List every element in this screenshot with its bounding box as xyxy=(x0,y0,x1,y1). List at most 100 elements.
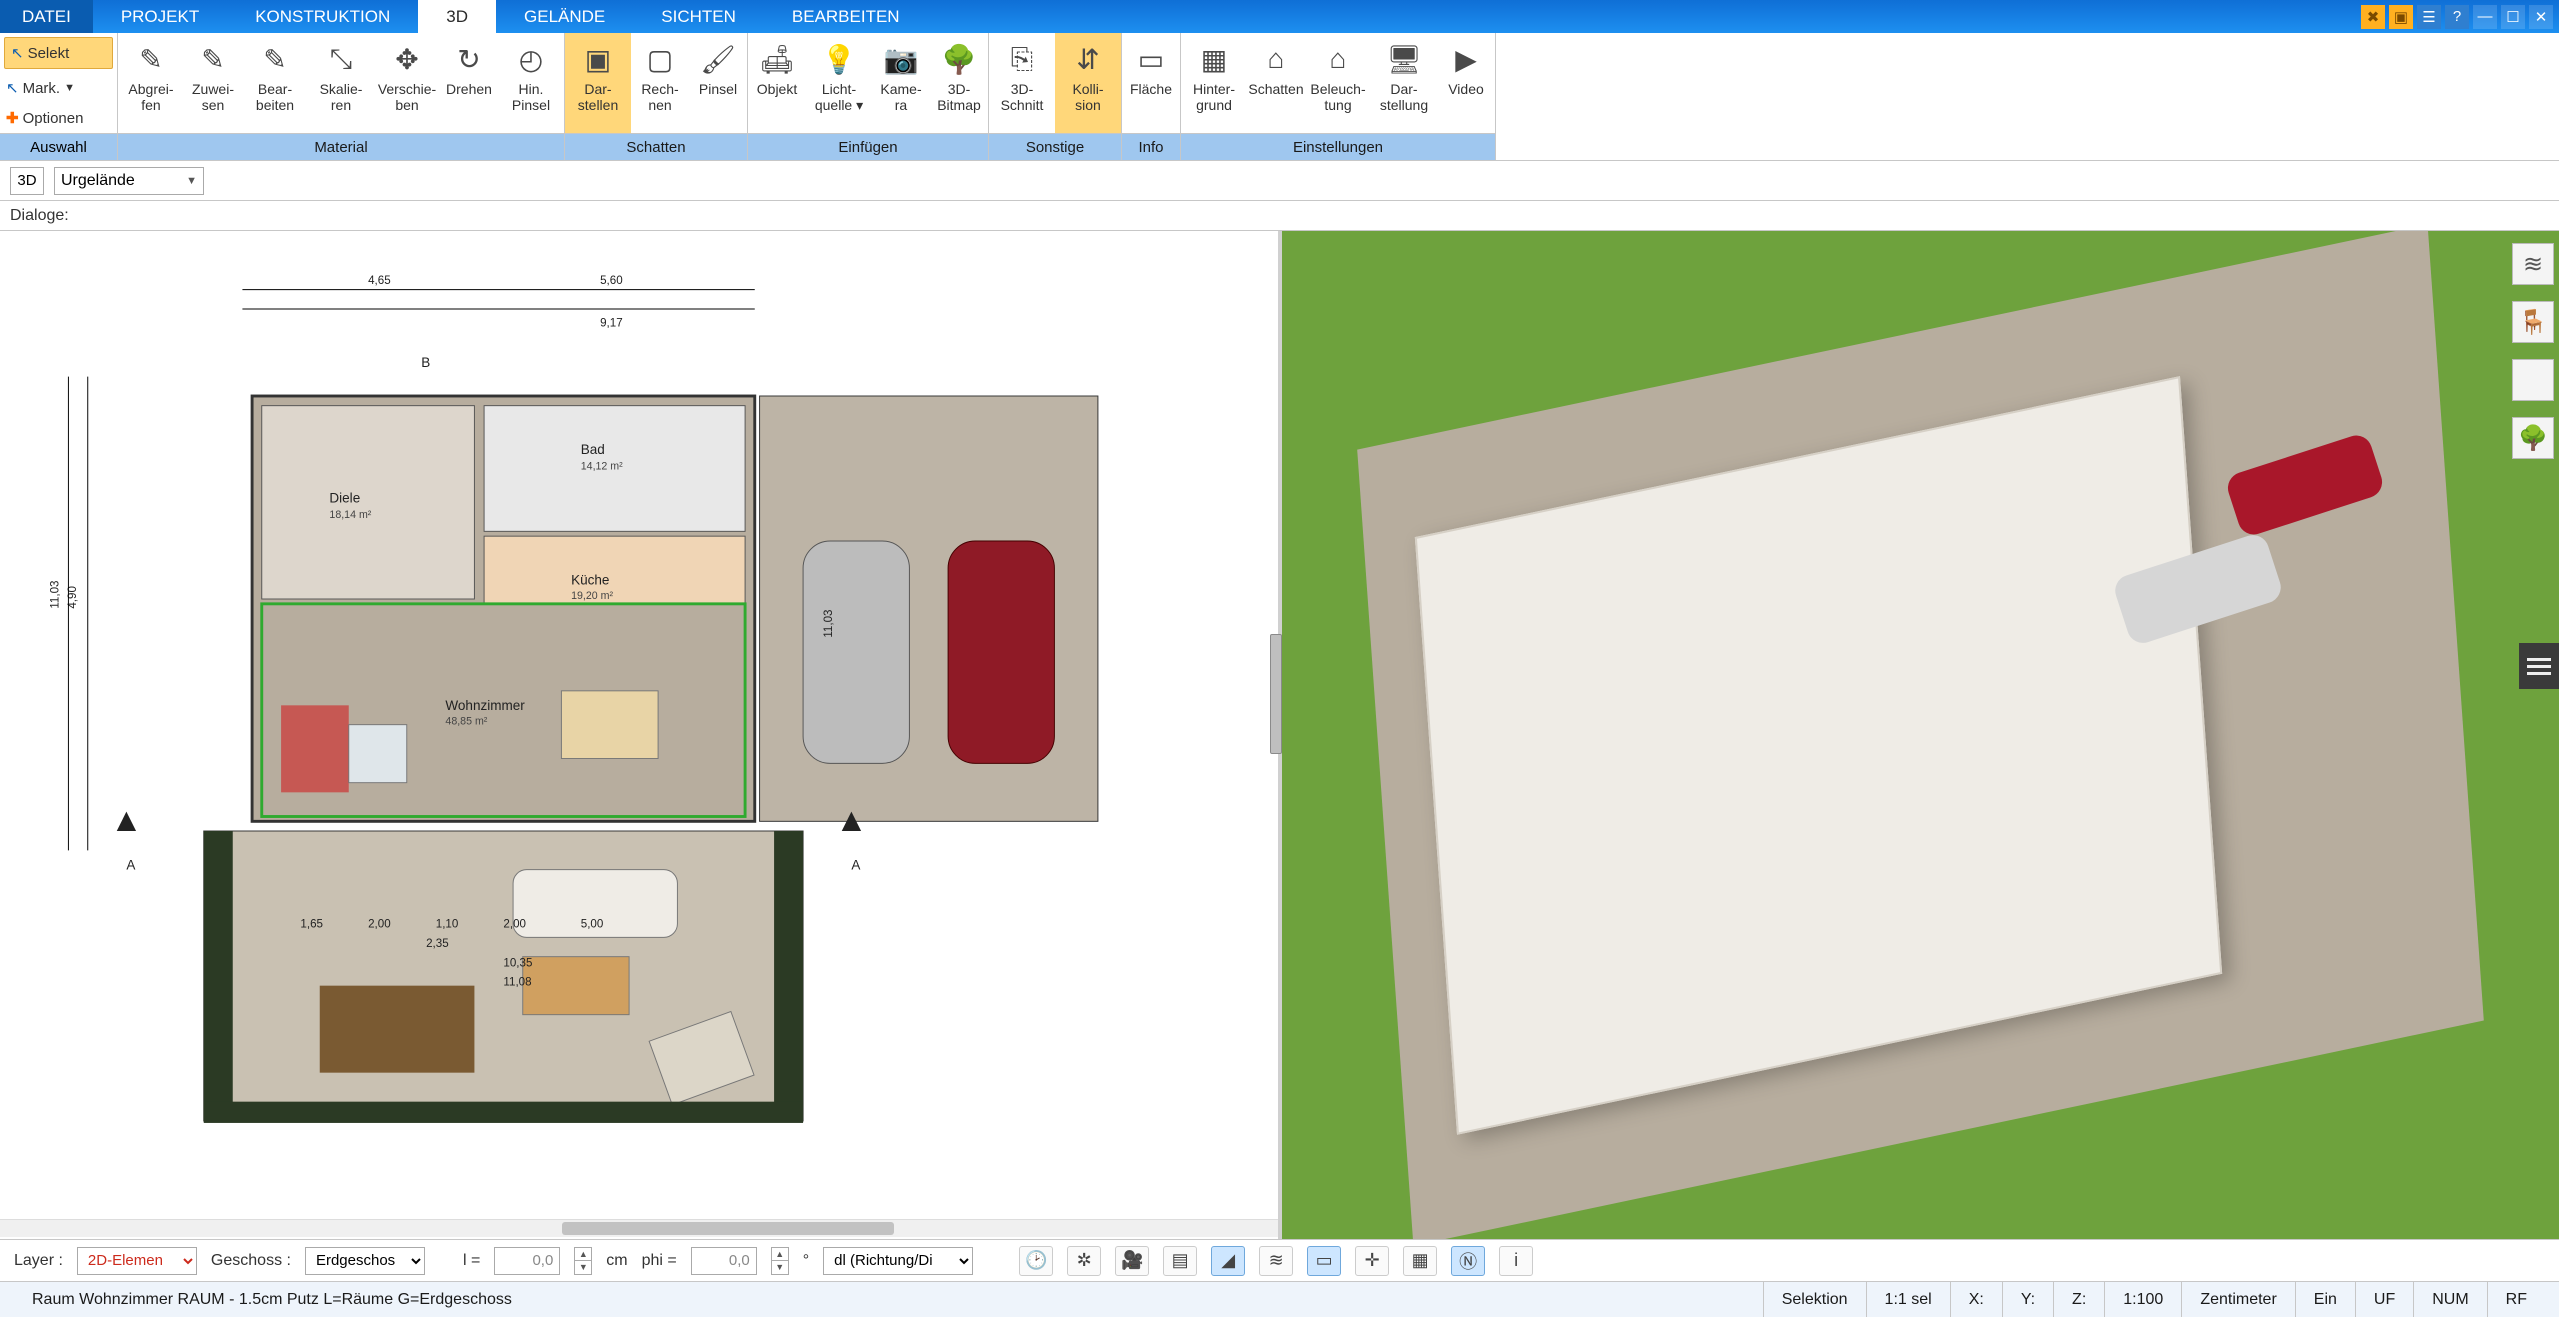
ribbon-zuweisen-button[interactable]: ✎Zuwei- sen xyxy=(184,33,242,133)
info-icon[interactable]: i xyxy=(1499,1246,1533,1276)
ribbon-icon: ✎ xyxy=(131,39,171,79)
menu-projekt[interactable]: PROJEKT xyxy=(93,0,227,33)
ribbon-kollision-button[interactable]: ⇵Kolli- sion xyxy=(1055,33,1121,133)
ribbon-group-schatten: ▣Dar- stellen▢Rech- nen🖌PinselSchatten xyxy=(565,33,748,160)
ribbon-group-label: Einfügen xyxy=(748,133,988,160)
menu-file[interactable]: DATEI xyxy=(0,0,93,33)
help-icon[interactable]: ? xyxy=(2445,5,2469,29)
compass-icon[interactable]: ✲ xyxy=(1067,1246,1101,1276)
ribbon-darstellung-button[interactable]: 🖥Dar- stellung xyxy=(1371,33,1437,133)
ribbon-group-label: Info xyxy=(1122,133,1180,160)
phi-input[interactable] xyxy=(691,1247,757,1275)
ribbon-icon: 📷 xyxy=(881,39,921,79)
clock-icon[interactable]: 🕑 xyxy=(1019,1246,1053,1276)
layers-icon[interactable]: ≋ xyxy=(2512,243,2554,285)
minimize-icon[interactable]: — xyxy=(2473,5,2497,29)
trowel-icon[interactable]: ◢ xyxy=(1211,1246,1245,1276)
pane-3d-view[interactable]: ≋ 🪑 🌳 xyxy=(1282,231,2559,1239)
plants-icon[interactable]: 🌳 xyxy=(2512,417,2554,459)
ribbon-group-info: ▭FlächeInfo xyxy=(1122,33,1181,160)
ribbon-icon: ✎ xyxy=(255,39,295,79)
mode-3d[interactable]: 3D xyxy=(10,167,44,195)
ribbon-bearbeiten-button[interactable]: ✎Bear- beiten xyxy=(242,33,308,133)
horizontal-scrollbar[interactable] xyxy=(0,1219,1278,1237)
camera-icon[interactable]: 🎥 xyxy=(1115,1246,1149,1276)
ribbon-objekt-button[interactable]: 🛋Objekt xyxy=(748,33,806,133)
ribbon-kamera-button[interactable]: 📷Kame- ra xyxy=(872,33,930,133)
status-unit: Zentimeter xyxy=(2181,1282,2294,1317)
status-uf: UF xyxy=(2355,1282,2413,1317)
ribbon-lichtquelle-button[interactable]: 💡Licht- quelle ▾ xyxy=(806,33,872,133)
ribbon-drehen-button[interactable]: ↻Drehen xyxy=(440,33,498,133)
svg-text:2,00: 2,00 xyxy=(503,918,526,931)
ribbon-pinsel-button[interactable]: 🖌Pinsel xyxy=(689,33,747,133)
tool-icon[interactable]: ☰ xyxy=(2417,5,2441,29)
svg-text:A: A xyxy=(126,858,135,873)
layers2-icon[interactable]: ▤ xyxy=(1163,1246,1197,1276)
tool-icon[interactable]: ✖ xyxy=(2361,5,2385,29)
north-icon[interactable]: Ⓝ xyxy=(1451,1246,1485,1276)
status-ein: Ein xyxy=(2295,1282,2355,1317)
ribbon-dbitmap-button[interactable]: 🌳3D- Bitmap xyxy=(930,33,988,133)
ribbon-darstellen-button[interactable]: ▣Dar- stellen xyxy=(565,33,631,133)
tool-icon[interactable]: ▣ xyxy=(2389,5,2413,29)
length-label: l = xyxy=(463,1252,480,1270)
pane-splitter[interactable] xyxy=(1270,634,1282,754)
svg-text:A: A xyxy=(851,858,860,873)
ribbon-skalieren-button[interactable]: ⤡Skalie- ren xyxy=(308,33,374,133)
materials-icon[interactable] xyxy=(2512,359,2554,401)
ribbon-hintergrund-button[interactable]: ▦Hinter- grund xyxy=(1181,33,1247,133)
svg-text:Küche: Küche xyxy=(571,573,609,588)
dialoge-bar: Dialoge: xyxy=(0,201,2559,231)
ribbon-schatten-button[interactable]: ⌂Schatten xyxy=(1247,33,1305,133)
maximize-icon[interactable]: ☐ xyxy=(2501,5,2525,29)
ribbon-hinpinsel-button[interactable]: ◴Hin. Pinsel xyxy=(498,33,564,133)
layer-select[interactable]: 2D-Elemen xyxy=(77,1247,197,1275)
menu-sichten[interactable]: SICHTEN xyxy=(633,0,764,33)
terrain-dropdown[interactable]: Urgelände▼ xyxy=(54,167,204,195)
svg-text:9,17: 9,17 xyxy=(600,316,623,329)
svg-text:Bad: Bad xyxy=(581,442,605,457)
svg-text:11,08: 11,08 xyxy=(503,976,531,989)
sheet-icon[interactable]: ▭ xyxy=(1307,1246,1341,1276)
palette-drawer-handle[interactable] xyxy=(2519,643,2559,689)
mark-button[interactable]: ↖Mark.▼ xyxy=(0,73,117,103)
length-spinner[interactable]: ▲▼ xyxy=(574,1247,592,1275)
ribbon-dschnitt-button[interactable]: ⎘3D- Schnitt xyxy=(989,33,1055,133)
secondary-bar: 3D Urgelände▼ xyxy=(0,161,2559,201)
status-x: X: xyxy=(1950,1282,2002,1317)
ribbon-group-auswahl: ↖Selekt ↖Mark.▼ ✚Optionen Auswahl xyxy=(0,33,118,160)
grid-icon[interactable]: ▦ xyxy=(1403,1246,1437,1276)
dl-select[interactable]: dl (Richtung/Di xyxy=(823,1247,973,1275)
phi-spinner[interactable]: ▲▼ xyxy=(771,1247,789,1275)
ribbon-beleuchtung-button[interactable]: ⌂Beleuch- tung xyxy=(1305,33,1371,133)
ribbon-flche-button[interactable]: ▭Fläche xyxy=(1122,33,1180,133)
crosshair-icon[interactable]: ✛ xyxy=(1355,1246,1389,1276)
svg-text:48,85 m²: 48,85 m² xyxy=(445,716,487,728)
menu-3d[interactable]: 3D xyxy=(418,0,496,33)
stack-icon[interactable]: ≋ xyxy=(1259,1246,1293,1276)
ribbon-group-label: Schatten xyxy=(565,133,747,160)
menu-bearbeiten[interactable]: BEARBEITEN xyxy=(764,0,928,33)
menu-konstruktion[interactable]: KONSTRUKTION xyxy=(227,0,418,33)
menu-gelaende[interactable]: GELÄNDE xyxy=(496,0,633,33)
ribbon-icon: ⇵ xyxy=(1068,39,1108,79)
ribbon-abgreifen-button[interactable]: ✎Abgrei- fen xyxy=(118,33,184,133)
ribbon-video-button[interactable]: ▶Video xyxy=(1437,33,1495,133)
optionen-button[interactable]: ✚Optionen xyxy=(0,103,117,133)
workspace: 4,655,60 9,17 4,90 11,03 Bad 14,12 m² Di… xyxy=(0,231,2559,1239)
furniture-icon[interactable]: 🪑 xyxy=(2512,301,2554,343)
ribbon-verschieben-button[interactable]: ✥Verschie- ben xyxy=(374,33,440,133)
ribbon-icon: ▢ xyxy=(640,39,680,79)
selekt-button[interactable]: ↖Selekt xyxy=(4,37,113,69)
ribbon-icon: ▭ xyxy=(1131,39,1171,79)
geschoss-select[interactable]: Erdgeschos xyxy=(305,1247,425,1275)
ribbon-icon: 🖥 xyxy=(1384,39,1424,79)
close-icon[interactable]: ✕ xyxy=(2529,5,2553,29)
ribbon-group-label: Einstellungen xyxy=(1181,133,1495,160)
status-num: NUM xyxy=(2413,1282,2486,1317)
ribbon-icon: ⎘ xyxy=(1002,39,1042,79)
pane-2d-floorplan[interactable]: 4,655,60 9,17 4,90 11,03 Bad 14,12 m² Di… xyxy=(0,231,1282,1239)
ribbon-rechnen-button[interactable]: ▢Rech- nen xyxy=(631,33,689,133)
length-input[interactable] xyxy=(494,1247,560,1275)
